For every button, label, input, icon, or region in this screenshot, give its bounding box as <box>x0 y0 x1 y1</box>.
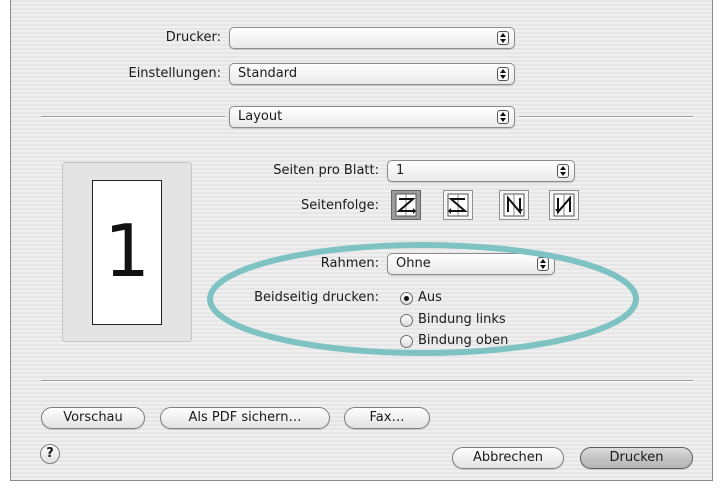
order-z-icon <box>395 193 417 217</box>
page-order-n-button[interactable] <box>499 190 529 220</box>
radio-button[interactable] <box>400 314 413 327</box>
duplex-label: Beidseitig drucken: <box>254 290 379 305</box>
settings-popup[interactable]: Standard <box>229 63 515 85</box>
preview-page: 1 <box>92 180 162 325</box>
printer-label: Drucker: <box>165 30 221 45</box>
save-as-pdf-button[interactable]: Als PDF sichern… <box>160 407 330 429</box>
order-s-icon <box>447 193 469 217</box>
duplex-option-label: Bindung oben <box>418 333 509 348</box>
page-order-label: Seitenfolge: <box>301 198 379 213</box>
popup-arrows-icon <box>537 257 549 271</box>
radio-button[interactable] <box>400 292 413 305</box>
order-n-icon <box>503 193 525 217</box>
fax-button[interactable]: Fax… <box>344 407 430 429</box>
radio-button[interactable] <box>400 335 413 348</box>
popup-arrows-icon <box>497 110 509 124</box>
popup-arrows-icon <box>557 164 569 178</box>
pages-per-sheet-popup[interactable]: 1 <box>387 160 575 182</box>
cancel-button[interactable]: Abbrechen <box>452 447 564 469</box>
panel-value: Layout <box>238 109 283 124</box>
settings-label: Einstellungen: <box>128 66 221 81</box>
border-popup[interactable]: Ohne <box>387 253 555 275</box>
settings-value: Standard <box>238 66 298 81</box>
border-value: Ohne <box>396 256 431 271</box>
pages-per-sheet-label: Seiten pro Blatt: <box>273 163 379 178</box>
print-button[interactable]: Drucken <box>580 447 693 469</box>
border-label: Rahmen: <box>320 256 379 271</box>
top-separator-right <box>519 116 693 118</box>
layout-preview: 1 <box>62 162 192 342</box>
help-button[interactable]: ? <box>40 444 60 464</box>
duplex-option-label: Aus <box>418 290 442 305</box>
page-order-s-button[interactable] <box>443 190 473 220</box>
bottom-separator <box>41 380 693 382</box>
popup-arrows-icon <box>497 31 509 45</box>
popup-arrows-icon <box>497 67 509 81</box>
pages-per-sheet-value: 1 <box>396 163 405 178</box>
top-separator-left <box>41 116 225 118</box>
printer-popup[interactable] <box>229 27 515 49</box>
page-order-z-button[interactable] <box>391 190 421 220</box>
page-order-n-reverse-button[interactable] <box>549 190 579 220</box>
print-dialog: Drucker: Einstellungen: Standard Layout … <box>10 0 713 481</box>
panel-popup[interactable]: Layout <box>229 106 515 128</box>
preview-button[interactable]: Vorschau <box>41 407 145 429</box>
duplex-option-label: Bindung links <box>418 312 506 327</box>
order-n-reverse-icon <box>553 193 575 217</box>
